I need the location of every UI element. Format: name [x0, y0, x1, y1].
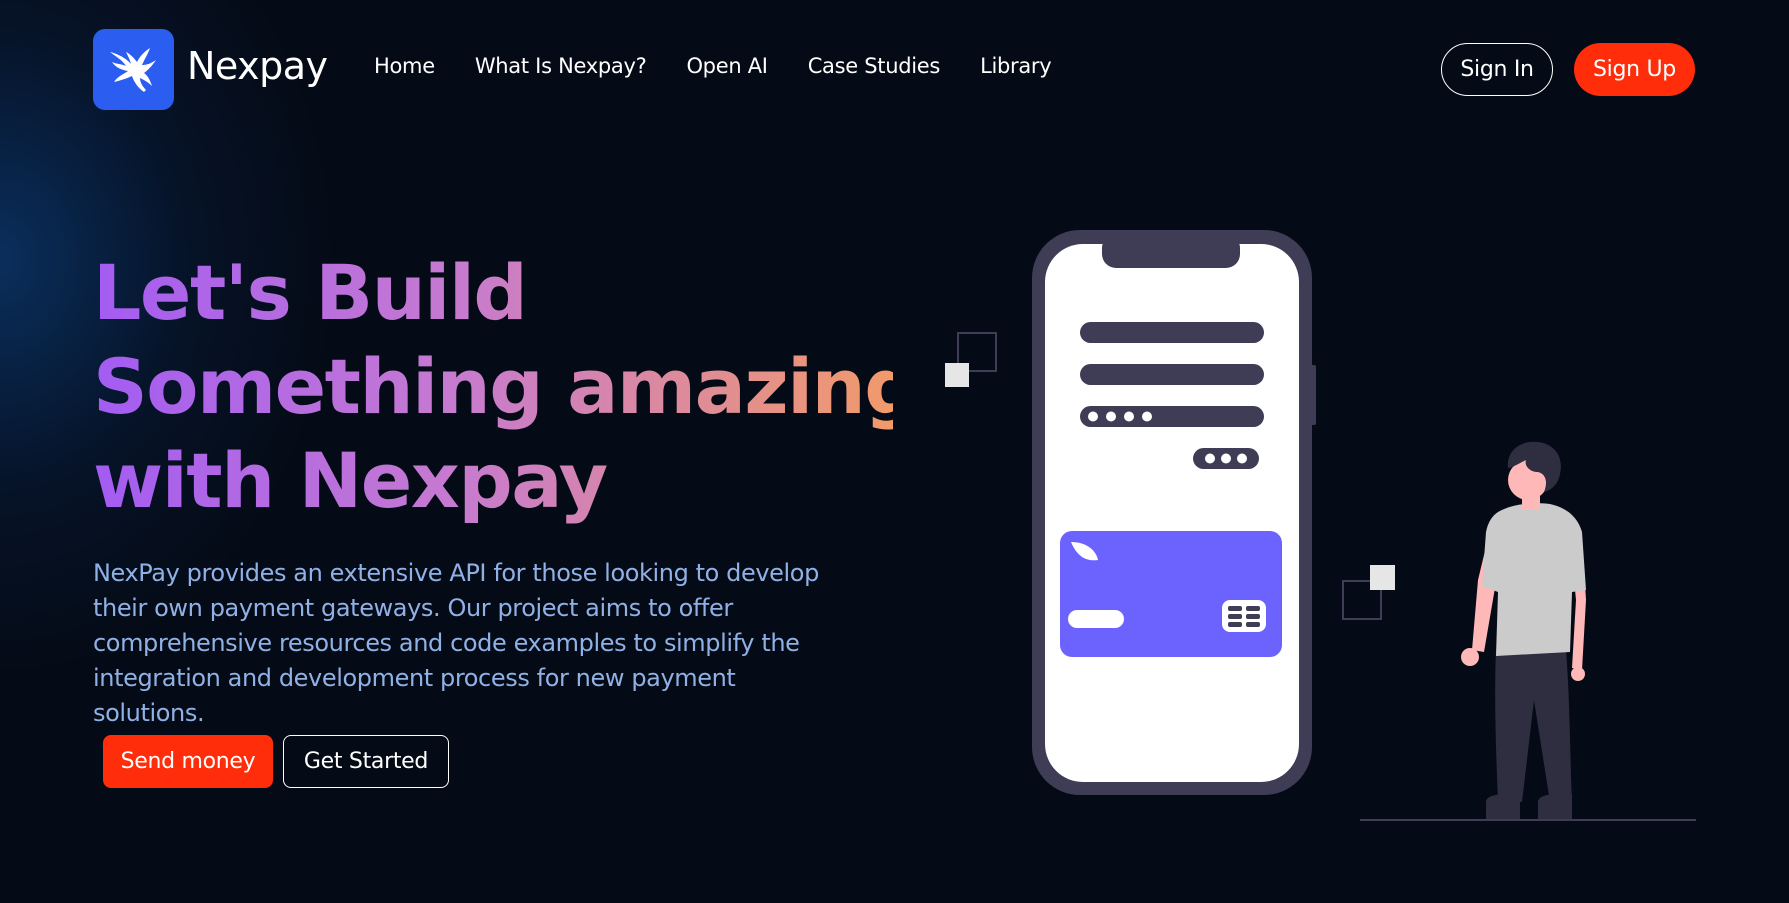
nav-open-ai[interactable]: Open AI — [686, 54, 768, 78]
landing-page: Nexpay Home What Is Nexpay? Open AI Case… — [0, 0, 1789, 903]
decor-squares-left — [945, 332, 997, 387]
send-money-button[interactable]: Send money — [103, 735, 273, 788]
headline-line-3: with Nexpay — [93, 436, 607, 525]
hero-headline: Let's Build Something amazing with Nexpa… — [93, 246, 893, 528]
logo[interactable] — [93, 29, 174, 110]
headline-line-1: Let's Build — [93, 248, 527, 337]
sign-up-button[interactable]: Sign Up — [1574, 43, 1695, 96]
brand-name[interactable]: Nexpay — [187, 44, 328, 88]
top-nav: Nexpay Home What Is Nexpay? Open AI Case… — [0, 0, 1789, 140]
sign-in-button[interactable]: Sign In — [1441, 43, 1553, 96]
eagle-icon — [109, 47, 156, 92]
nav-home[interactable]: Home — [374, 54, 435, 78]
get-started-button[interactable]: Get Started — [283, 735, 449, 788]
nav-what-is-nexpay[interactable]: What Is Nexpay? — [475, 54, 647, 78]
hero-description: NexPay provides an extensive API for tho… — [93, 559, 819, 727]
headline-line-2: Something amazing — [93, 342, 918, 431]
nav-library[interactable]: Library — [980, 54, 1052, 78]
main-nav: Home What Is Nexpay? Open AI Case Studie… — [374, 54, 1091, 78]
credit-card-illustration — [1060, 531, 1282, 657]
hero-illustration — [945, 230, 1696, 821]
decor-squares-right — [1342, 565, 1395, 620]
phone-illustration — [1032, 230, 1316, 795]
nav-case-studies[interactable]: Case Studies — [808, 54, 941, 78]
person-illustration — [1461, 441, 1586, 820]
